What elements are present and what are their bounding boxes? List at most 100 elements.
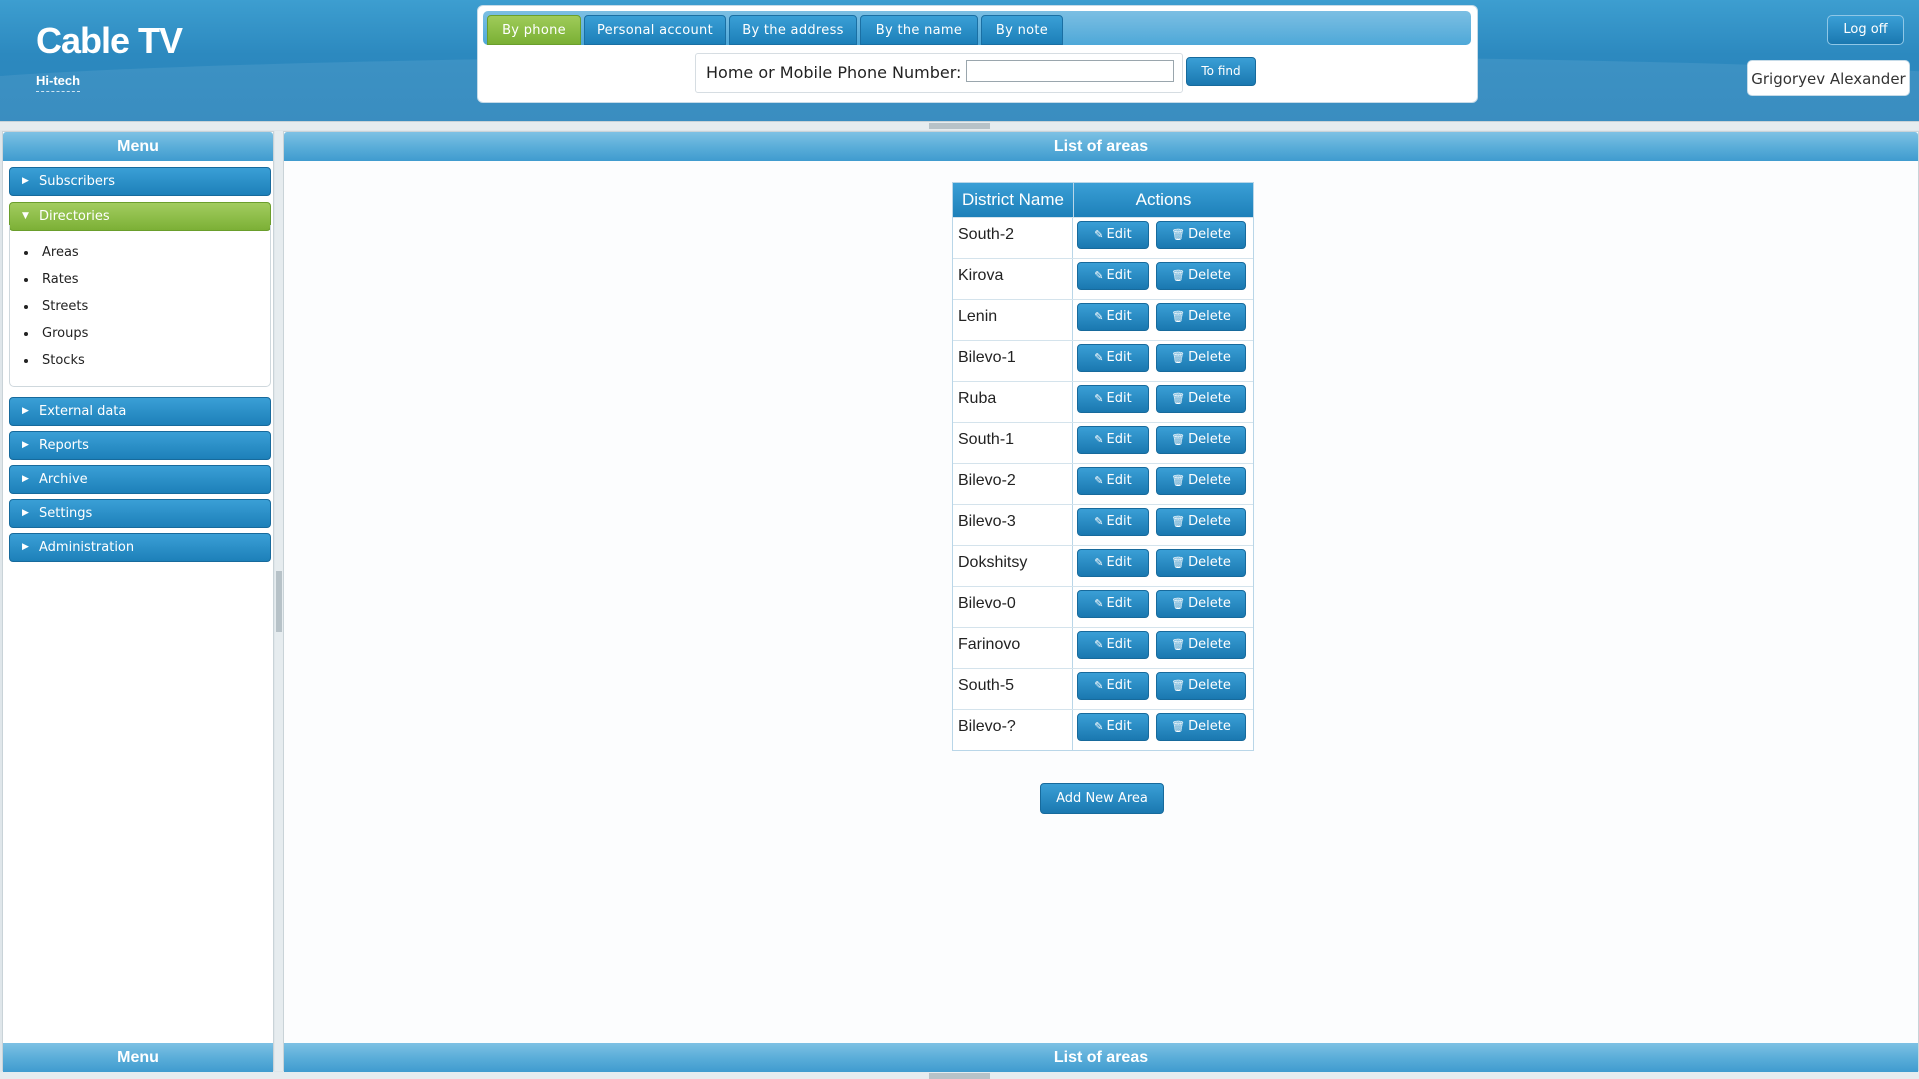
phone-field-label: Home or Mobile Phone Number: <box>706 63 962 82</box>
table-row: Ruba ✎ Edit 🗑 Delete <box>953 381 1253 422</box>
bullet-icon <box>24 358 28 363</box>
dir-item-areas[interactable]: Areas <box>24 245 79 260</box>
edit-label: Edit <box>1106 432 1132 447</box>
table-row: Dokshitsy ✎ Edit 🗑 Delete <box>953 545 1253 586</box>
delete-button[interactable]: 🗑 Delete <box>1156 303 1246 331</box>
edit-button[interactable]: ✎ Edit <box>1077 631 1149 659</box>
phone-input[interactable] <box>966 60 1174 82</box>
edit-label: Edit <box>1106 350 1132 365</box>
edit-button[interactable]: ✎ Edit <box>1077 262 1149 290</box>
find-button[interactable]: To find <box>1186 57 1256 86</box>
table-row: Farinovo ✎ Edit 🗑 Delete <box>953 627 1253 668</box>
edit-label: Edit <box>1106 637 1132 652</box>
table-body: South-2 ✎ Edit 🗑 Delete Kirova ✎ Edit 🗑 Delete Len… <box>953 217 1253 750</box>
edit-button[interactable]: ✎ Edit <box>1077 508 1149 536</box>
edit-button[interactable]: ✎ Edit <box>1077 426 1149 454</box>
menu-panel-header: Menu <box>3 132 273 161</box>
menu-item-administration[interactable]: ▶ Administration <box>9 533 271 562</box>
dir-item-groups[interactable]: Groups <box>24 326 88 341</box>
dir-item-streets[interactable]: Streets <box>24 299 88 314</box>
edit-button[interactable]: ✎ Edit <box>1077 467 1149 495</box>
delete-button[interactable]: 🗑 Delete <box>1156 344 1246 372</box>
edit-label: Edit <box>1106 227 1132 242</box>
pencil-icon: ✎ <box>1094 597 1104 610</box>
table-row: Bilevo-3 ✎ Edit 🗑 Delete <box>953 504 1253 545</box>
bottom-splitter[interactable] <box>0 1072 1919 1079</box>
splitter-grip[interactable] <box>929 1073 990 1079</box>
edit-button[interactable]: ✎ Edit <box>1077 221 1149 249</box>
tab-by-phone[interactable]: By phone <box>487 15 581 45</box>
column-district-name: District Name <box>953 183 1074 217</box>
table-row: Kirova ✎ Edit 🗑 Delete <box>953 258 1253 299</box>
tab-personal-account[interactable]: Personal account <box>584 15 726 45</box>
dir-item-rates[interactable]: Rates <box>24 272 79 287</box>
trash-icon: 🗑 <box>1171 638 1186 651</box>
edit-button[interactable]: ✎ Edit <box>1077 590 1149 618</box>
logoff-button[interactable]: Log off <box>1827 15 1904 45</box>
dir-item-stocks[interactable]: Stocks <box>24 353 85 368</box>
menu-item-label: Administration <box>39 540 135 555</box>
menu-item-archive[interactable]: ▶ Archive <box>9 465 271 494</box>
menu-panel: Menu ▶ Subscribers ▼ Directories Areas R… <box>2 131 274 1072</box>
main-panel-header: List of areas <box>284 132 1918 161</box>
menu-item-subscribers[interactable]: ▶ Subscribers <box>9 167 271 196</box>
triangle-right-icon: ▶ <box>22 508 29 518</box>
menu-item-label: Subscribers <box>39 174 115 189</box>
triangle-right-icon: ▶ <box>22 440 29 450</box>
menu-item-label: Reports <box>39 438 89 453</box>
delete-label: Delete <box>1188 555 1231 570</box>
menu-item-reports[interactable]: ▶ Reports <box>9 431 271 460</box>
triangle-right-icon: ▶ <box>22 406 29 416</box>
delete-button[interactable]: 🗑 Delete <box>1156 262 1246 290</box>
tab-by-address[interactable]: By the address <box>729 15 857 45</box>
delete-button[interactable]: 🗑 Delete <box>1156 221 1246 249</box>
table-row: South-5 ✎ Edit 🗑 Delete <box>953 668 1253 709</box>
splitter-grip[interactable] <box>929 123 990 129</box>
pencil-icon: ✎ <box>1094 269 1104 282</box>
delete-button[interactable]: 🗑 Delete <box>1156 590 1246 618</box>
tab-by-note[interactable]: By note <box>981 15 1063 45</box>
pencil-icon: ✎ <box>1094 515 1104 528</box>
edit-button[interactable]: ✎ Edit <box>1077 303 1149 331</box>
delete-button[interactable]: 🗑 Delete <box>1156 508 1246 536</box>
trash-icon: 🗑 <box>1171 515 1186 528</box>
bullet-icon <box>24 331 28 336</box>
pencil-icon: ✎ <box>1094 474 1104 487</box>
trash-icon: 🗑 <box>1171 392 1186 405</box>
delete-label: Delete <box>1188 719 1231 734</box>
add-new-area-button[interactable]: Add New Area <box>1040 783 1164 814</box>
directories-list: Areas Rates Streets Groups Stocks <box>9 225 271 387</box>
triangle-right-icon: ▶ <box>22 176 29 186</box>
main-panel: List of areas District Name Actions Sout… <box>283 131 1919 1072</box>
splitter-grip[interactable] <box>276 571 282 632</box>
delete-label: Delete <box>1188 432 1231 447</box>
delete-button[interactable]: 🗑 Delete <box>1156 467 1246 495</box>
areas-table: District Name Actions South-2 ✎ Edit 🗑 Delet… <box>952 182 1254 751</box>
delete-button[interactable]: 🗑 Delete <box>1156 713 1246 741</box>
vertical-splitter[interactable] <box>275 131 283 1071</box>
delete-label: Delete <box>1188 309 1231 324</box>
edit-label: Edit <box>1106 473 1132 488</box>
trash-icon: 🗑 <box>1171 269 1186 282</box>
dir-item-label: Streets <box>42 299 89 314</box>
district-name-cell: Ruba <box>953 382 1073 422</box>
top-splitter[interactable] <box>0 121 1919 130</box>
dir-item-label: Stocks <box>42 353 85 368</box>
delete-button[interactable]: 🗑 Delete <box>1156 631 1246 659</box>
delete-button[interactable]: 🗑 Delete <box>1156 549 1246 577</box>
edit-button[interactable]: ✎ Edit <box>1077 344 1149 372</box>
table-row: Bilevo-2 ✎ Edit 🗑 Delete <box>953 463 1253 504</box>
delete-button[interactable]: 🗑 Delete <box>1156 426 1246 454</box>
menu-item-external-data[interactable]: ▶ External data <box>9 397 271 426</box>
edit-button[interactable]: ✎ Edit <box>1077 549 1149 577</box>
menu-item-settings[interactable]: ▶ Settings <box>9 499 271 528</box>
edit-button[interactable]: ✎ Edit <box>1077 672 1149 700</box>
delete-button[interactable]: 🗑 Delete <box>1156 672 1246 700</box>
delete-button[interactable]: 🗑 Delete <box>1156 385 1246 413</box>
trash-icon: 🗑 <box>1171 597 1186 610</box>
edit-button[interactable]: ✎ Edit <box>1077 385 1149 413</box>
edit-label: Edit <box>1106 514 1132 529</box>
table-row: South-2 ✎ Edit 🗑 Delete <box>953 217 1253 258</box>
tab-by-name[interactable]: By the name <box>860 15 978 45</box>
edit-button[interactable]: ✎ Edit <box>1077 713 1149 741</box>
